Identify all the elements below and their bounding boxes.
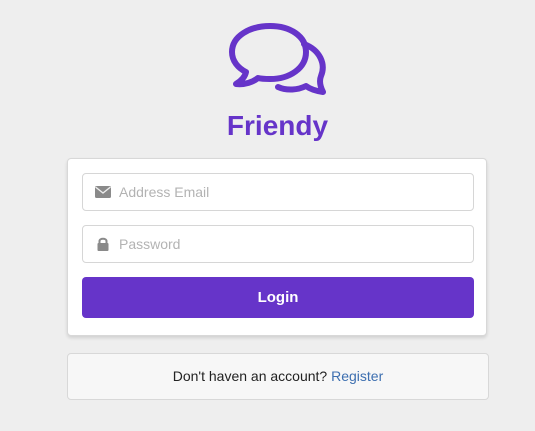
register-prompt: Don't haven an account? (172, 368, 328, 384)
lock-icon (95, 237, 111, 251)
register-box: Don't haven an account? Register (67, 353, 489, 400)
register-link[interactable]: Register (331, 368, 383, 384)
email-field[interactable] (82, 173, 474, 211)
login-card: Login (67, 158, 487, 336)
password-field[interactable] (82, 225, 474, 263)
email-input[interactable] (119, 174, 459, 210)
envelope-icon (95, 185, 111, 199)
chat-bubbles-icon (226, 20, 328, 98)
password-input[interactable] (119, 226, 459, 262)
brand-title: Friendy (226, 110, 329, 141)
login-button[interactable]: Login (82, 277, 474, 318)
